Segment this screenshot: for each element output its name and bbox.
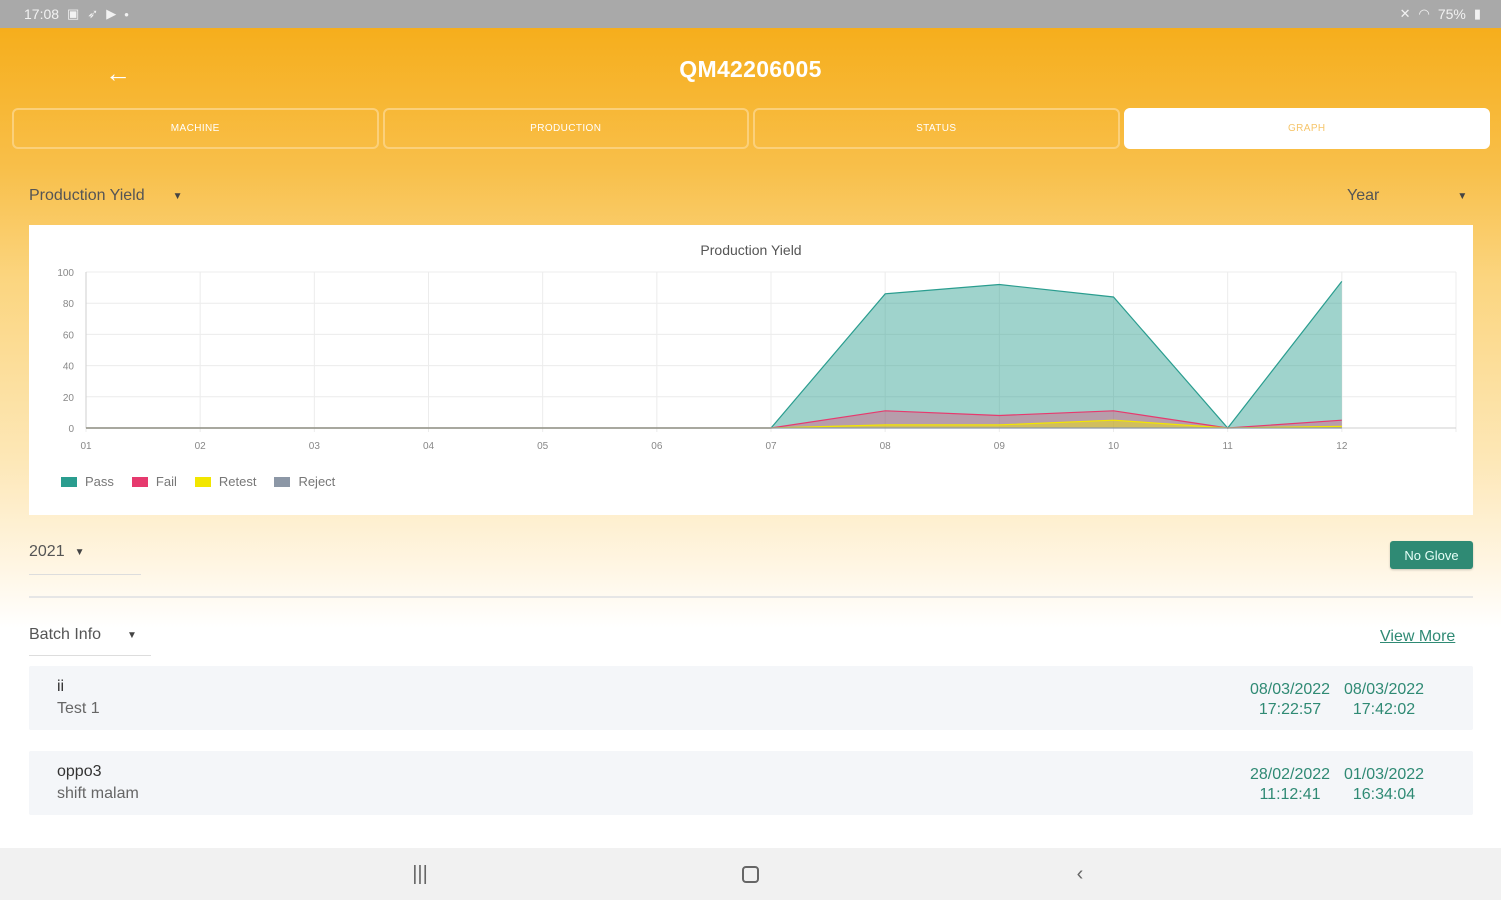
year-dropdown[interactable]: 2021 ▼ <box>29 543 141 575</box>
legend-label-fail: Fail <box>155 474 177 489</box>
page-title: QM42206005 <box>679 56 822 82</box>
metric-dropdown-label: Production Yield <box>29 187 145 204</box>
battery-percent: 75% <box>1437 6 1466 22</box>
y-tick-label: 40 <box>63 362 75 373</box>
y-tick-label: 0 <box>68 424 74 435</box>
x-tick-label: 07 <box>765 441 777 452</box>
y-tick-label: 60 <box>63 330 75 341</box>
back-icon: ‹ <box>1076 863 1084 885</box>
recents-button[interactable]: ||| <box>400 860 440 888</box>
caret-down-icon: ▼ <box>74 547 85 558</box>
x-tick-label: 05 <box>537 441 549 452</box>
legend-item-reject[interactable]: Reject <box>274 474 335 489</box>
chart-legend: Pass Fail Retest Reject <box>61 474 335 489</box>
year-dropdown-label: 2021 <box>29 543 65 560</box>
home-icon <box>741 866 759 884</box>
legend-label-retest: Retest <box>218 474 257 489</box>
y-tick-label: 20 <box>63 393 75 404</box>
section-divider <box>29 596 1473 598</box>
batch-start-date: 08/03/2022 <box>1249 681 1331 698</box>
x-tick-label: 02 <box>195 441 207 452</box>
x-tick-label: 09 <box>994 441 1006 452</box>
battery-icon: ▮ <box>1473 6 1481 21</box>
navigation-bar: ||| ‹ <box>0 848 1501 900</box>
x-tick-label: 10 <box>1108 441 1120 452</box>
period-dropdown[interactable]: Year ▼ <box>1347 187 1467 205</box>
batch-end-date: 01/03/2022 <box>1343 766 1425 783</box>
batch-description: Test 1 <box>57 700 100 717</box>
production-yield-chart: 0 20 40 60 80 100 01 02 03 04 05 06 07 08 09 10 11 12 <box>57 268 1457 452</box>
legend-item-pass[interactable]: Pass <box>61 474 114 489</box>
batch-name: oppo3 <box>57 763 102 780</box>
batch-end-time: 16:34:04 <box>1352 786 1416 803</box>
caret-down-icon: ▼ <box>1457 190 1468 202</box>
chart-card: Production Yield 0 20 40 60 80 100 01 02 03 04 05 0… <box>29 225 1473 515</box>
period-dropdown-label: Year <box>1347 187 1380 204</box>
batch-row[interactable]: oppo3 shift malam 28/02/2022 11:12:41 01… <box>29 751 1473 815</box>
no-glove-button[interactable]: No Glove <box>1390 541 1473 569</box>
caret-down-icon: ▼ <box>127 630 137 641</box>
x-tick-label: 01 <box>80 441 92 452</box>
batch-end-datetime: 08/03/2022 17:42:02 <box>1334 680 1434 720</box>
x-tick-label: 08 <box>880 441 892 452</box>
x-tick-label: 06 <box>651 441 663 452</box>
send-icon: ➶ <box>87 6 99 21</box>
tab-bar: MACHINE PRODUCTION STATUS GRAPH <box>12 108 1490 149</box>
youtube-icon: ▶ <box>106 6 117 21</box>
tab-production[interactable]: PRODUCTION <box>382 108 749 149</box>
metric-dropdown[interactable]: Production Yield ▼ <box>29 187 183 205</box>
image-icon: ▣ <box>67 6 80 21</box>
dot-icon: • <box>124 6 129 22</box>
app-header: ← QM42206005 <box>0 28 1501 108</box>
recents-icon: ||| <box>412 863 428 885</box>
y-tick-label: 100 <box>57 268 74 279</box>
x-tick-label: 12 <box>1336 441 1348 452</box>
system-back-button[interactable]: ‹ <box>1060 860 1100 888</box>
view-more-link[interactable]: View More <box>1380 628 1455 646</box>
y-tick-label: 80 <box>63 299 75 310</box>
tab-status[interactable]: STATUS <box>753 108 1120 149</box>
home-button[interactable] <box>730 860 770 888</box>
batch-end-datetime: 01/03/2022 16:34:04 <box>1334 765 1434 805</box>
tab-graph[interactable]: GRAPH <box>1123 108 1490 149</box>
caret-down-icon: ▼ <box>172 190 183 202</box>
x-tick-label: 04 <box>423 441 435 452</box>
mute-icon: ✕ <box>1399 6 1411 21</box>
status-time: 17:08 <box>24 6 60 22</box>
batch-start-time: 11:12:41 <box>1259 786 1321 803</box>
batch-row[interactable]: ii Test 1 08/03/2022 17:22:57 08/03/2022… <box>29 666 1473 730</box>
legend-item-fail[interactable]: Fail <box>131 474 177 489</box>
batch-end-date: 08/03/2022 <box>1343 681 1425 698</box>
batch-start-time: 17:22:57 <box>1258 701 1322 718</box>
batch-info-dropdown-label: Batch Info <box>29 626 102 643</box>
legend-swatch-reject <box>274 476 291 487</box>
x-tick-label: 11 <box>1222 441 1233 452</box>
batch-name: ii <box>57 678 65 695</box>
batch-start-date: 28/02/2022 <box>1249 766 1331 783</box>
legend-swatch-fail <box>131 476 148 487</box>
status-bar: 17:08 ▣ ➶ ▶ • ✕ ◠ 75% ▮ <box>0 0 1501 28</box>
legend-item-retest[interactable]: Retest <box>194 474 257 489</box>
batch-description: shift malam <box>57 785 139 802</box>
x-tick-label: 03 <box>309 441 321 452</box>
batch-info-dropdown[interactable]: Batch Info ▼ <box>29 626 151 656</box>
batch-start-datetime: 08/03/2022 17:22:57 <box>1240 680 1340 720</box>
legend-swatch-retest <box>194 476 211 487</box>
tab-machine[interactable]: MACHINE <box>12 108 379 149</box>
batch-end-time: 17:42:02 <box>1352 701 1416 718</box>
legend-swatch-pass <box>61 476 77 487</box>
legend-label-reject: Reject <box>298 474 336 489</box>
wifi-icon: ◠ <box>1418 6 1430 21</box>
batch-start-datetime: 28/02/2022 11:12:41 <box>1240 765 1340 805</box>
legend-label-pass: Pass <box>85 474 114 489</box>
